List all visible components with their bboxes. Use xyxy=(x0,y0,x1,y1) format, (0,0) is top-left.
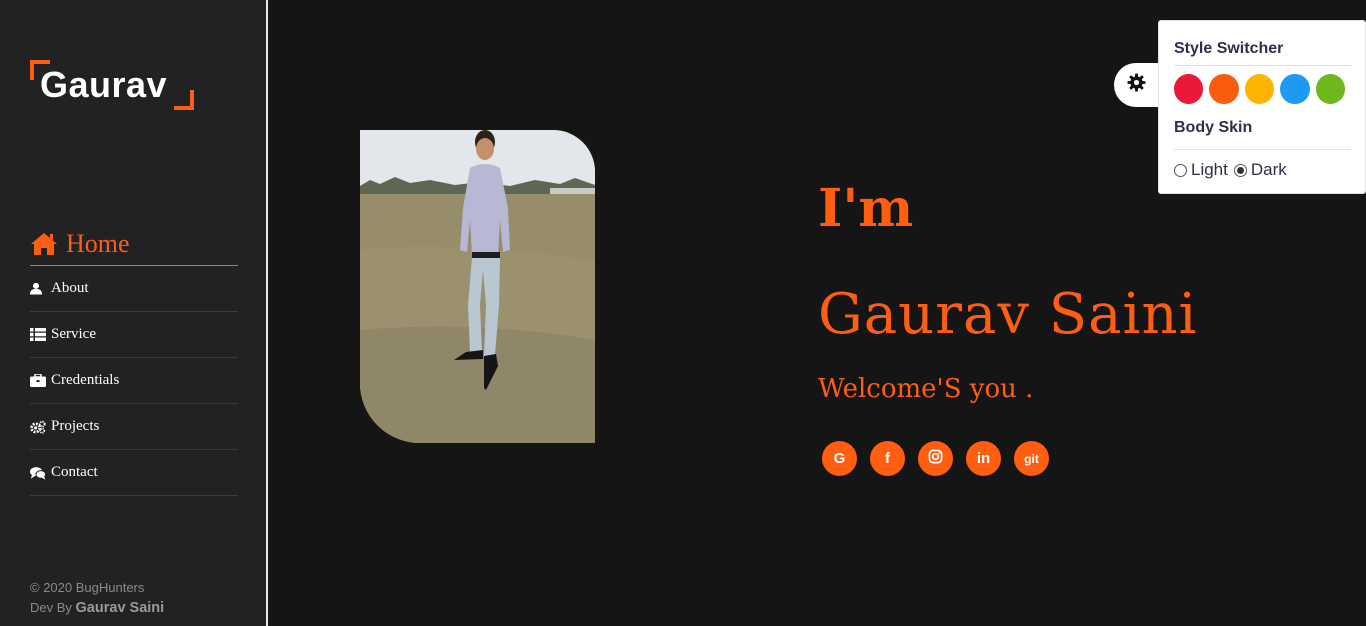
gear-icon xyxy=(1127,73,1146,97)
home-icon xyxy=(30,232,58,256)
color-swatch-green[interactable] xyxy=(1315,74,1346,104)
copyright-text: © 2020 BugHunters xyxy=(30,580,145,595)
nav-item-home[interactable]: Home xyxy=(30,222,238,266)
facebook-icon: f xyxy=(885,450,890,467)
linkedin-link[interactable]: in xyxy=(966,441,1001,476)
nav-item-label: About xyxy=(51,280,89,296)
nav-item-label: Projects xyxy=(51,418,100,434)
style-switcher-toggle[interactable] xyxy=(1114,63,1164,107)
hero-intro: I'm xyxy=(818,178,914,239)
dark-skin-radio[interactable] xyxy=(1233,163,1247,177)
color-swatch-blue[interactable] xyxy=(1280,74,1310,104)
nav-item-contact[interactable]: Contact xyxy=(30,450,238,496)
hero-name: Gaurav Saini xyxy=(818,282,1198,347)
body-skin-options: Light Dark xyxy=(1174,150,1351,180)
body-skin-title: Body Skin xyxy=(1174,116,1351,150)
facebook-link[interactable]: f xyxy=(870,441,905,476)
dev-credit: Dev By Gaurav Saini xyxy=(30,598,164,618)
comments-icon xyxy=(30,465,46,481)
main-nav: Home About Service Credentials Projects xyxy=(30,222,238,496)
instagram-link[interactable] xyxy=(918,441,953,476)
profile-photo xyxy=(360,130,595,443)
google-link[interactable]: G xyxy=(822,441,857,476)
git-icon: git xyxy=(1024,451,1039,466)
nav-item-service[interactable]: Service xyxy=(30,312,238,358)
briefcase-icon xyxy=(30,373,46,389)
logo-corner-bottom-right xyxy=(174,90,194,110)
style-switcher-panel: Style Switcher Body Skin Light Dark xyxy=(1158,20,1366,194)
color-swatch-red[interactable] xyxy=(1174,74,1204,104)
hero-tagline: Welcome'S you . xyxy=(818,374,1034,404)
sidebar-footer: © 2020 BugHunters Dev By Gaurav Saini xyxy=(30,578,164,618)
git-link[interactable]: git xyxy=(1014,441,1049,476)
color-swatches xyxy=(1174,66,1351,116)
nav-item-label: Home xyxy=(66,228,130,258)
dev-name: Gaurav Saini xyxy=(75,600,165,616)
linkedin-icon: in xyxy=(976,450,991,467)
sidebar: Gaurav Home About Service Credentials Pr… xyxy=(0,0,268,626)
light-skin-label: Light xyxy=(1191,160,1228,179)
dev-prefix: Dev By xyxy=(30,600,72,615)
nav-item-about[interactable]: About xyxy=(30,266,238,312)
color-swatch-yellow[interactable] xyxy=(1244,74,1275,104)
nav-item-label: Contact xyxy=(51,464,98,480)
social-links: G f in git xyxy=(822,441,1062,476)
logo[interactable]: Gaurav xyxy=(30,60,194,110)
cogs-icon xyxy=(30,419,46,435)
instagram-icon xyxy=(928,449,943,468)
list-icon xyxy=(30,327,46,343)
user-icon xyxy=(30,281,46,297)
color-swatch-orange[interactable] xyxy=(1209,74,1239,104)
dark-skin-label: Dark xyxy=(1250,160,1287,179)
nav-item-label: Service xyxy=(51,326,96,342)
nav-item-projects[interactable]: Projects xyxy=(30,404,238,450)
google-icon: G xyxy=(833,450,846,467)
nav-item-credentials[interactable]: Credentials xyxy=(30,358,238,404)
light-skin-radio[interactable] xyxy=(1174,163,1187,177)
style-switcher-title: Style Switcher xyxy=(1174,21,1351,66)
logo-text: Gaurav xyxy=(40,64,168,105)
nav-item-label: Credentials xyxy=(51,372,120,388)
